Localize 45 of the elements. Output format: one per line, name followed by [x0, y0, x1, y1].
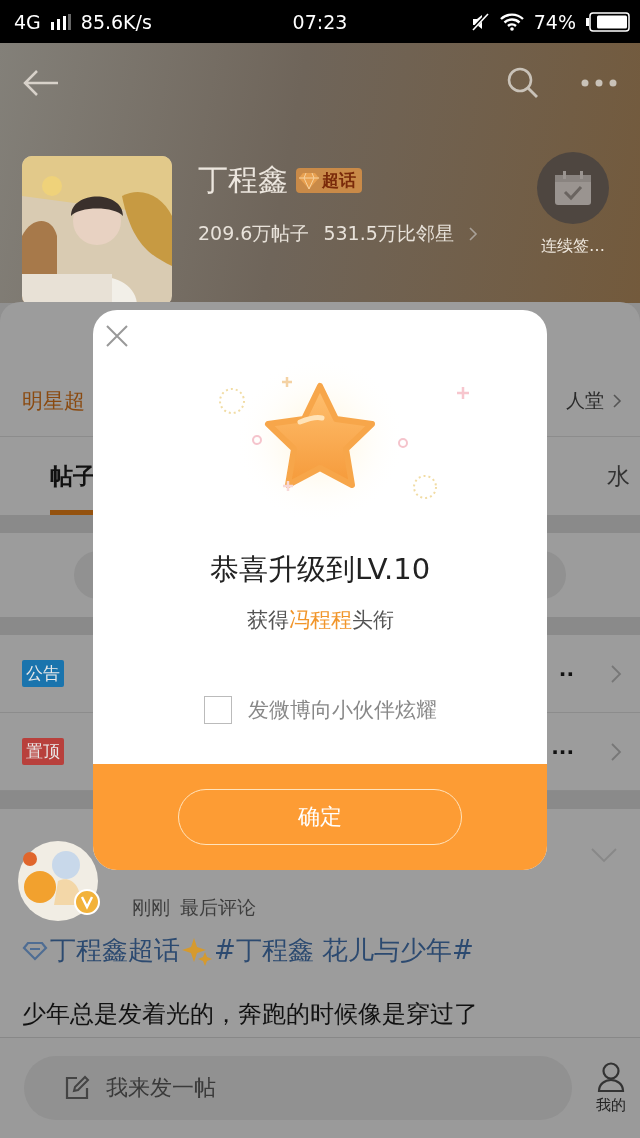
share-checkbox[interactable]: [203, 696, 232, 724]
dialog-subtitle: 获得冯程程头衔: [246, 607, 394, 634]
post-meta: 最后评论: [180, 895, 256, 920]
post-time: 刚刚: [132, 895, 170, 920]
tab[interactable]: 水: [607, 437, 630, 515]
compose-field[interactable]: 我来发一帖: [24, 1056, 572, 1120]
post-text: 少年总是发着光的，奔跑的时候像是穿过了: [22, 999, 479, 1030]
hashtag-link[interactable]: #丁程鑫 花儿与少年#: [214, 933, 474, 968]
battery-percent: 74%: [533, 10, 576, 33]
post-count: 209.6万帖子: [198, 221, 310, 246]
close-icon[interactable]: [105, 324, 129, 348]
chevron-right-icon[interactable]: [610, 663, 622, 684]
mute-icon: [469, 11, 490, 32]
chevron-right-icon[interactable]: [612, 393, 622, 409]
topic-link[interactable]: 丁程鑫超话: [50, 933, 180, 968]
profile-label[interactable]: 我的: [596, 1095, 626, 1115]
battery-icon: [586, 11, 630, 32]
network-type: 4G: [14, 10, 41, 33]
checkin-label: 连续签…: [541, 236, 605, 257]
clock: 07:23: [292, 10, 348, 33]
badge-text: 超话: [322, 169, 356, 192]
ellipsis: ··: [558, 661, 574, 686]
verified-badge-icon: [74, 889, 100, 915]
chevron-right-icon[interactable]: [610, 741, 622, 762]
share-label[interactable]: 发微博向小伙伴炫耀: [247, 696, 437, 724]
ellipsis: ···: [551, 739, 574, 764]
chevron-right-icon[interactable]: [467, 226, 478, 242]
diamond-icon: [298, 171, 320, 190]
more-icon[interactable]: [580, 78, 618, 88]
wifi-icon: [499, 12, 524, 31]
diamond-icon: [22, 940, 48, 961]
search-icon[interactable]: [506, 66, 540, 100]
notice-tag: 公告: [22, 660, 64, 687]
back-arrow-icon[interactable]: [22, 69, 60, 97]
edit-icon: [64, 1075, 90, 1101]
signal-icon: [50, 13, 71, 30]
calendar-check-icon: [554, 170, 592, 206]
star-topic-link[interactable]: 明星超: [22, 387, 85, 415]
dialog-title: 恭喜升级到LV.10: [209, 551, 431, 588]
topic-name: 丁程鑫: [198, 161, 288, 199]
hall-of-fame-link[interactable]: 人堂: [566, 388, 604, 414]
network-speed: 85.6K/s: [80, 10, 152, 33]
person-icon[interactable]: [597, 1061, 625, 1092]
follower-count[interactable]: 531.5万比邻星: [323, 221, 454, 247]
notice-tag: 置顶: [22, 738, 64, 765]
